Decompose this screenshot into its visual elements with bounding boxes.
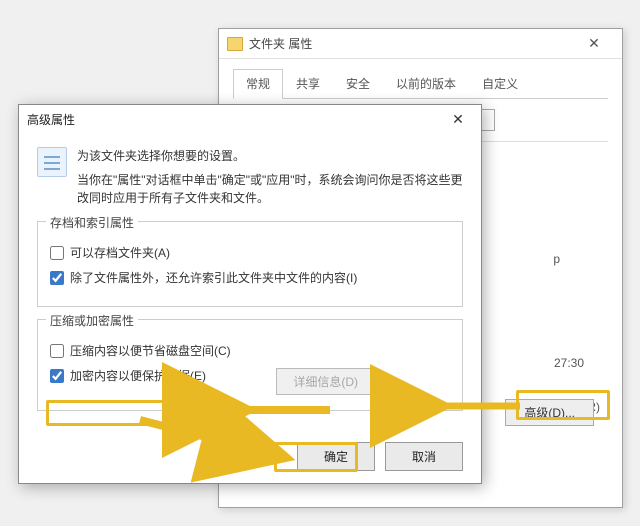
dialog-buttons: 确定 取消 [297,442,463,471]
details-button: 详细信息(D) [276,368,375,395]
tab-custom[interactable]: 自定义 [469,69,531,98]
info-line2: 当你在"属性"对话框中单击"确定"或"应用"时，系统会询问你是否将这些更改同时应… [77,171,463,207]
index-checkbox[interactable] [50,271,64,285]
properties-icon [37,147,67,177]
archive-index-legend: 存档和索引属性 [46,214,138,231]
compress-encrypt-group: 压缩或加密属性 压缩内容以便节省磁盘空间(C) 加密内容以便保护数据(E) [37,319,463,411]
parent-titlebar: 文件夹 属性 ✕ [219,29,622,59]
tab-previous[interactable]: 以前的版本 [383,69,469,98]
index-checkbox-row[interactable]: 除了文件属性外，还允许索引此文件夹中文件的内容(I) [50,269,450,286]
encrypt-checkbox[interactable] [50,369,64,383]
archive-checkbox-label: 可以存档文件夹(A) [70,244,170,261]
archive-checkbox-row[interactable]: 可以存档文件夹(A) [50,244,450,261]
parent-window-title: 文件夹 属性 [249,35,574,52]
info-row: 为该文件夹选择你想要的设置。 当你在"属性"对话框中单击"确定"或"应用"时，系… [37,147,463,207]
child-titlebar: 高级属性 ✕ [19,105,481,133]
info-line1: 为该文件夹选择你想要的设置。 [77,147,463,165]
compress-checkbox-row[interactable]: 压缩内容以便节省磁盘空间(C) [50,342,450,359]
child-title: 高级属性 [27,111,443,128]
advanced-button[interactable]: 高级(D)... [505,399,594,426]
archive-index-group: 存档和索引属性 可以存档文件夹(A) 除了文件属性外，还允许索引此文件夹中文件的… [37,221,463,307]
parent-tabs: 常规 共享 安全 以前的版本 自定义 [233,69,608,99]
tab-general[interactable]: 常规 [233,69,283,99]
compress-checkbox[interactable] [50,344,64,358]
child-body: 为该文件夹选择你想要的设置。 当你在"属性"对话框中单击"确定"或"应用"时，系… [19,133,481,435]
compress-checkbox-label: 压缩内容以便节省磁盘空间(C) [70,342,231,359]
compress-encrypt-legend: 压缩或加密属性 [46,312,138,329]
info-text: 为该文件夹选择你想要的设置。 当你在"属性"对话框中单击"确定"或"应用"时，系… [77,147,463,207]
encrypt-checkbox-label: 加密内容以便保护数据(E) [70,367,206,384]
index-checkbox-label: 除了文件属性外，还允许索引此文件夹中文件的内容(I) [70,269,357,286]
encrypt-checkbox-row[interactable]: 加密内容以便保护数据(E) [50,367,450,384]
archive-checkbox[interactable] [50,246,64,260]
advanced-attributes-dialog: 高级属性 ✕ 为该文件夹选择你想要的设置。 当你在"属性"对话框中单击"确定"或… [18,104,482,484]
ok-button[interactable]: 确定 [297,442,375,471]
tab-security[interactable]: 安全 [333,69,383,98]
cancel-button[interactable]: 取消 [385,442,463,471]
parent-close-button[interactable]: ✕ [574,35,614,52]
tab-share[interactable]: 共享 [283,69,333,98]
child-close-button[interactable]: ✕ [443,111,473,128]
folder-icon [227,37,243,51]
